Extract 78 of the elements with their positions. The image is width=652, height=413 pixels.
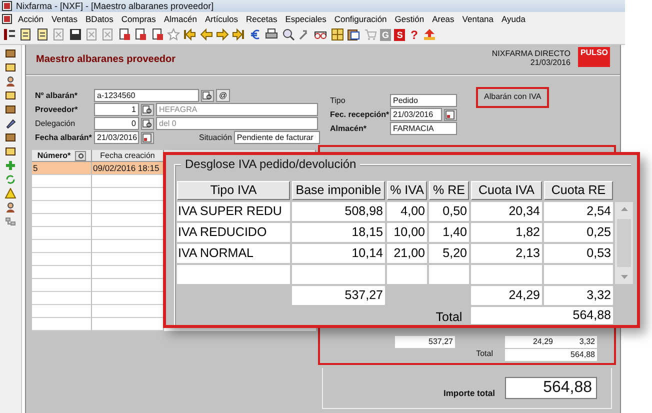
email-button[interactable]: @ xyxy=(216,89,230,102)
form-title: Maestro albaranes proveedor xyxy=(36,54,176,65)
total-field: 564,88 xyxy=(505,349,597,361)
menu-item[interactable]: Areas xyxy=(432,14,454,24)
readonly-field: HEFAGRA xyxy=(156,103,318,116)
table-cell: 18,15 xyxy=(292,223,385,242)
input-field[interactable]: Pendiente de facturar xyxy=(234,131,320,144)
date-field[interactable]: 21/03/2016 xyxy=(390,108,442,121)
field-label: Tipo xyxy=(330,96,346,105)
input-field[interactable]: FARMACIA xyxy=(390,122,457,135)
readonly-field: del 0 xyxy=(156,117,318,130)
total-cell: 24,29 xyxy=(471,286,542,305)
table-cell: 0,53 xyxy=(544,244,613,263)
table-cell: 21,00 xyxy=(387,244,427,263)
total-cell: 3,32 xyxy=(544,286,613,305)
total-field: 564,88 xyxy=(505,377,597,399)
input-field[interactable]: 1 xyxy=(94,103,139,116)
total-label: Total xyxy=(434,309,464,324)
group-title: Desglose IVA pedido/devolución xyxy=(181,157,360,171)
field-label: Situación xyxy=(199,133,232,142)
menu-item[interactable]: Especiales xyxy=(285,14,326,24)
table-cell: 1,40 xyxy=(429,223,469,242)
field-label: Importe total xyxy=(444,388,495,398)
field-label: Almacén* xyxy=(330,124,368,133)
table-cell: 10,00 xyxy=(387,223,427,242)
menu-item[interactable]: Gestión xyxy=(394,14,424,24)
field-label: Delegación xyxy=(35,119,76,128)
field-label: Nº albarán* xyxy=(35,91,78,100)
table-cell: 0,50 xyxy=(429,202,469,221)
total-label: Total xyxy=(475,349,494,360)
column-header[interactable]: Cuota RE xyxy=(544,181,613,200)
total-cell: 537,27 xyxy=(395,336,455,348)
table-cell: IVA NORMAL xyxy=(177,244,290,263)
menu-item[interactable]: Ventas xyxy=(52,14,78,24)
menu-item[interactable]: Almacén xyxy=(164,14,197,24)
table-cell: IVA REDUCIDO xyxy=(177,223,290,242)
input-field[interactable]: a-1234560 xyxy=(94,89,199,102)
field-label: Fec. recepción* xyxy=(330,110,388,119)
total-field: 564,88 xyxy=(471,307,613,324)
menu-item[interactable]: Ventana xyxy=(462,14,494,24)
menu-item[interactable]: Compras xyxy=(121,14,156,24)
field-label: Proveedor* xyxy=(35,105,79,114)
table-cell: 5 xyxy=(32,162,92,175)
logo: PULSO xyxy=(578,47,610,67)
table-cell: 1,82 xyxy=(471,223,542,242)
menu-item[interactable]: Ayuda xyxy=(502,14,526,24)
iva-label: Albarán con IVA xyxy=(476,87,550,108)
input-field[interactable]: Pedido xyxy=(390,94,457,107)
table-cell: 508,98 xyxy=(292,202,385,221)
total-cell: 24,29 xyxy=(505,336,555,348)
toolbar-button[interactable]: S xyxy=(394,28,406,40)
header-date: 21/03/2016 xyxy=(530,58,570,67)
window-title: Nixfarma - [NXF] - [Maestro albaranes proveedor] xyxy=(16,1,214,11)
input-field[interactable]: 0 xyxy=(94,117,139,130)
date-field[interactable]: 21/03/2016 xyxy=(94,131,139,144)
total-cell: 537,27 xyxy=(292,286,385,305)
table-cell: 2,13 xyxy=(471,244,542,263)
menu-item[interactable]: Acción xyxy=(18,14,44,24)
field-label: Fecha albarán* xyxy=(35,133,92,142)
table-cell: 4,00 xyxy=(387,202,427,221)
column-header[interactable]: % RE xyxy=(429,181,469,200)
total-cell: 3,32 xyxy=(555,336,597,348)
table-cell: 5,20 xyxy=(429,244,469,263)
menu-item[interactable]: Configuración xyxy=(334,14,387,24)
table-cell: IVA SUPER REDU xyxy=(177,202,290,221)
table-cell: 10,14 xyxy=(292,244,385,263)
table-cell: 2,54 xyxy=(544,202,613,221)
column-header[interactable]: Base imponible xyxy=(292,181,385,200)
table-cell: 20,34 xyxy=(471,202,542,221)
menu-item[interactable]: Recetas xyxy=(246,14,278,24)
table-cell: 0,25 xyxy=(544,223,613,242)
menu-item[interactable]: BDatos xyxy=(86,14,114,24)
company-name: NIXFARMA DIRECTO xyxy=(492,49,570,58)
column-header[interactable]: Tipo IVA xyxy=(177,181,290,200)
column-header[interactable]: Cuota IVA xyxy=(471,181,542,200)
column-header[interactable]: % IVA xyxy=(387,181,427,200)
help-button[interactable]: ? xyxy=(408,28,420,40)
menu-item[interactable]: Artículos xyxy=(204,14,238,24)
